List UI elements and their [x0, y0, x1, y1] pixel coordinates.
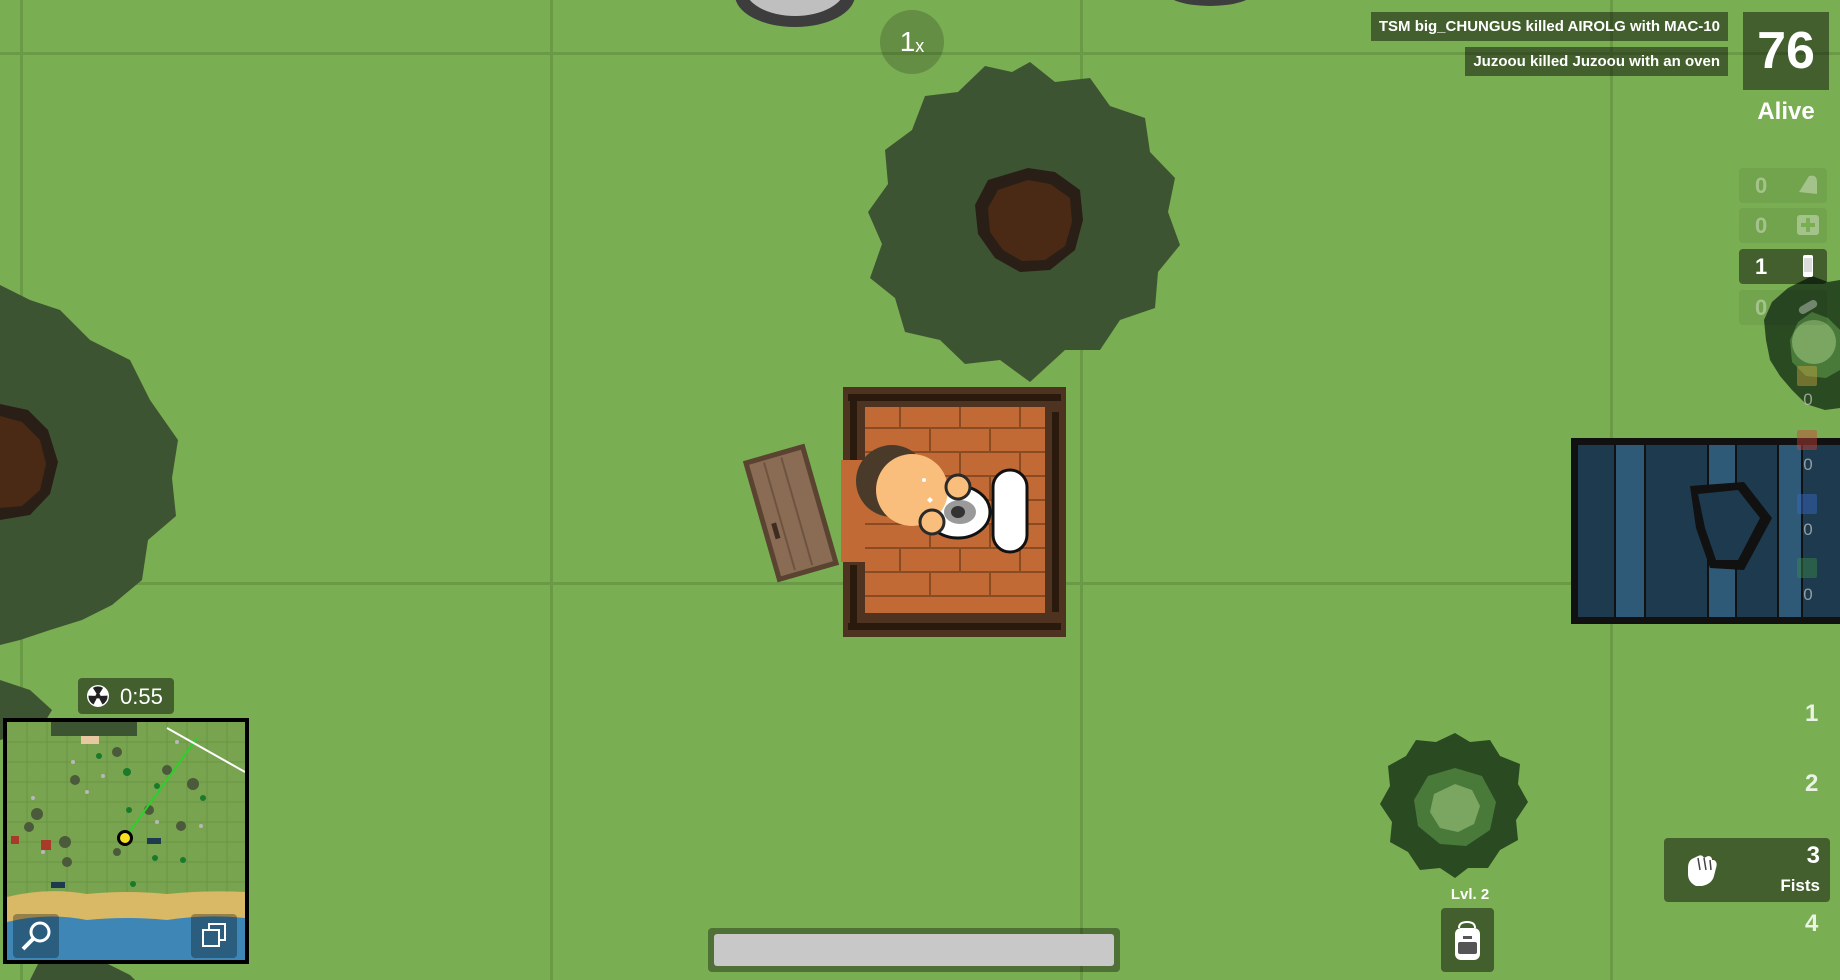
- gas-timer: 0:55: [78, 678, 174, 714]
- tree: [868, 62, 1180, 382]
- ammo-red-icon: [1797, 430, 1817, 450]
- weapon-slot-1[interactable]: 1: [1805, 700, 1818, 728]
- tree: [1380, 733, 1528, 878]
- tree: [0, 285, 178, 645]
- health-fill: [714, 934, 1114, 966]
- alive-label: Alive: [1757, 98, 1815, 125]
- radiation-icon: [87, 685, 109, 707]
- inventory-pills[interactable]: 0: [1739, 290, 1827, 325]
- inventory-count: 0: [1755, 213, 1768, 238]
- ammo-green-icon: [1797, 558, 1817, 578]
- pills-icon: [1798, 300, 1818, 314]
- backpack-level: Lvl. 2: [1450, 886, 1490, 903]
- fist-icon: [1688, 855, 1717, 886]
- world-objects: [0, 0, 1840, 980]
- ammo-count: 0: [1803, 585, 1813, 604]
- gas-timer-value: 0:55: [120, 684, 163, 709]
- minimap[interactable]: [3, 718, 249, 964]
- zoom-suffix: x: [915, 35, 925, 56]
- minimap-expand-button[interactable]: [191, 914, 237, 958]
- medkit-icon: [1797, 215, 1819, 235]
- zoom-indicator: 1x: [880, 10, 944, 74]
- zoom-value: 1: [899, 26, 916, 57]
- backpack-icon: [1455, 920, 1480, 960]
- wooden-door: [742, 443, 840, 583]
- weapon-slot-number: 3: [1806, 842, 1820, 869]
- ammo-yellow-icon: [1797, 366, 1817, 386]
- minimap-zoom-button[interactable]: [13, 914, 59, 958]
- inventory-bandage[interactable]: 0: [1739, 168, 1827, 203]
- inventory-count: 1: [1755, 254, 1768, 279]
- killfeed-item: TSM big_CHUNGUS killed AIROLG with MAC-1…: [1370, 12, 1728, 41]
- inventory-count: 0: [1755, 173, 1768, 198]
- inventory-count: 0: [1755, 295, 1768, 320]
- health-bar: [708, 928, 1120, 972]
- weapon-name: Fists: [1780, 876, 1820, 895]
- backpack-slot[interactable]: [1441, 908, 1494, 972]
- inventory-soda[interactable]: 1: [1739, 249, 1827, 284]
- weapon-slot-3[interactable]: 3 Fists: [1664, 838, 1830, 902]
- expand-map-icon: [202, 923, 226, 947]
- bandage-icon: [1799, 175, 1817, 194]
- weapon-slot-4[interactable]: 4: [1805, 910, 1818, 938]
- game-world[interactable]: [0, 0, 1840, 980]
- ammo-count: 0: [1803, 455, 1813, 474]
- rock: [1173, 0, 1247, 6]
- soda-icon: [1803, 255, 1813, 277]
- ammo-blue-icon: [1797, 494, 1817, 514]
- inventory-medkit[interactable]: 0: [1739, 208, 1827, 243]
- weapon-slot-2[interactable]: 2: [1805, 770, 1818, 798]
- ammo-count: 0: [1803, 520, 1813, 539]
- killfeed-item: Juzoou killed Juzoou with an oven: [1465, 47, 1728, 76]
- ammo-count: 0: [1803, 390, 1813, 409]
- magnifier-icon: [21, 921, 51, 951]
- alive-count: 76: [1743, 12, 1829, 90]
